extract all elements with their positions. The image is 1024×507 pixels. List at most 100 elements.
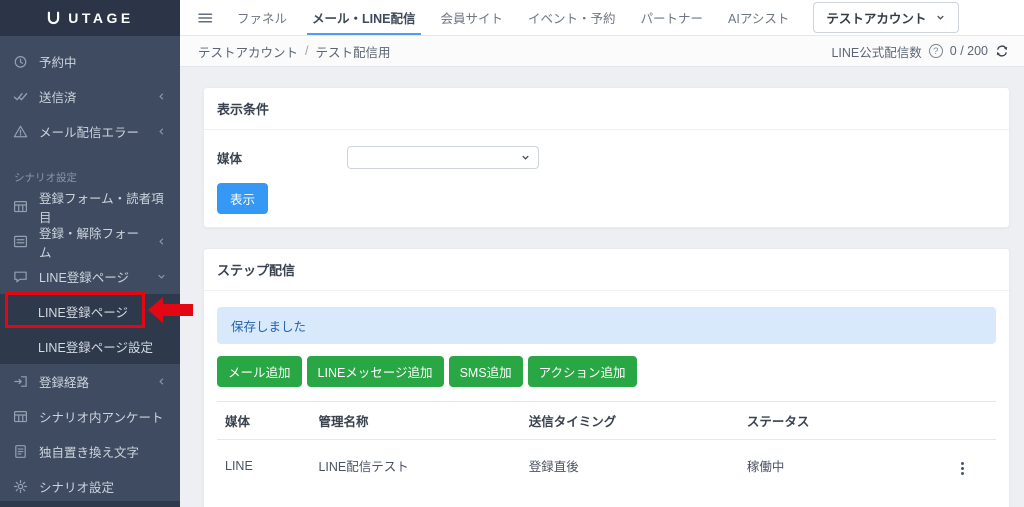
- sidebar-item-registration-route[interactable]: 登録経路: [0, 364, 180, 399]
- table-icon: [13, 199, 28, 214]
- document-icon: [13, 444, 28, 459]
- sidebar-item-label: LINE登録ページ: [39, 267, 129, 286]
- sidebar-item-mail-error[interactable]: メール配信エラー: [0, 114, 180, 149]
- chevron-down-icon: [156, 271, 167, 282]
- sidebar-item-label: 予約中: [39, 52, 77, 71]
- step-delivery-card: ステップ配信 保存しました メール追加 LINEメッセージ追加 SMS追加 アク…: [203, 248, 1010, 507]
- sidebar-footer-strip: [0, 501, 180, 507]
- main-area: ファネル メール・LINE配信 会員サイト イベント・予約 パートナー AIアシ…: [180, 0, 1024, 507]
- top-navigation: ファネル メール・LINE配信 会員サイト イベント・予約 パートナー AIアシ…: [180, 0, 1024, 36]
- breadcrumb-bar: テストアカウント / テスト配信用 LINE公式配信数 ? 0 / 200: [180, 36, 1024, 67]
- cell-status: 稼働中: [739, 440, 949, 498]
- media-field-label: 媒体: [217, 148, 347, 167]
- sidebar-item-scenario-survey[interactable]: シナリオ内アンケート: [0, 399, 180, 434]
- account-name: テストアカウント: [826, 8, 926, 27]
- comment-icon: [13, 269, 28, 284]
- table-icon: [13, 409, 28, 424]
- caret-down-icon: [935, 12, 946, 23]
- hamburger-menu-icon[interactable]: [197, 10, 213, 26]
- line-quota-value: 0 / 200: [950, 44, 988, 58]
- filter-conditions-card: 表示条件 媒体 表示: [203, 87, 1010, 228]
- column-header-status: ステータス: [739, 402, 949, 440]
- filter-card-body: 媒体 表示: [204, 130, 1009, 227]
- refresh-icon[interactable]: [995, 44, 1009, 58]
- line-registration-submenu: LINE登録ページ LINE登録ページ設定: [0, 294, 180, 364]
- sidebar-subitem-line-registration-page-settings[interactable]: LINE登録ページ設定: [0, 329, 180, 364]
- tab-event-reservation[interactable]: イベント・予約: [527, 0, 617, 36]
- utage-logo-text: UTAGE: [68, 10, 133, 26]
- sidebar-item-sent[interactable]: 送信済: [0, 79, 180, 114]
- utage-u-icon: [46, 11, 61, 26]
- sidebar-nav: 予約中 送信済 メール配信エラー シナリオ設定 登録フォーム・読者項目 登録・解…: [0, 36, 180, 504]
- sidebar-subitem-line-registration-page[interactable]: LINE登録ページ: [0, 294, 180, 329]
- add-mail-button[interactable]: メール追加: [217, 356, 302, 387]
- sidebar-item-label: LINE登録ページ設定: [38, 337, 153, 356]
- add-sms-button[interactable]: SMS追加: [449, 356, 523, 387]
- column-header-media: 媒体: [217, 402, 310, 440]
- breadcrumb-current-page: テスト配信用: [316, 42, 391, 61]
- sidebar-item-label: 登録フォーム・読者項目: [39, 188, 167, 226]
- saved-alert: 保存しました: [217, 307, 996, 344]
- sidebar-item-reserved[interactable]: 予約中: [0, 44, 180, 79]
- add-action-button[interactable]: アクション追加: [528, 356, 637, 387]
- add-line-message-button[interactable]: LINEメッセージ追加: [307, 356, 444, 387]
- step-card-body: 保存しました メール追加 LINEメッセージ追加 SMS追加 アクション追加 媒…: [204, 291, 1009, 507]
- sidebar-item-label: シナリオ設定: [39, 477, 114, 496]
- sidebar-item-register-unregister-form[interactable]: 登録・解除フォーム: [0, 224, 180, 259]
- sign-in-icon: [13, 374, 28, 389]
- sidebar-item-label: 登録経路: [39, 372, 89, 391]
- cell-timing: 登録直後: [521, 440, 739, 498]
- sidebar-item-label: メール配信エラー: [39, 122, 139, 141]
- tab-partner[interactable]: パートナー: [640, 0, 705, 36]
- column-header-actions: [949, 402, 996, 440]
- chevron-left-icon: [156, 376, 167, 387]
- table-row: LINE LINE配信テスト 登録直後 稼働中: [217, 440, 996, 498]
- sidebar: UTAGE 予約中 送信済 メール配信エラー シナリオ設定 登録フォーム・読者項…: [0, 0, 180, 507]
- question-circle-icon[interactable]: ?: [929, 44, 943, 58]
- gear-icon: [13, 479, 28, 494]
- chevron-left-icon: [156, 91, 167, 102]
- sidebar-section-scenario: シナリオ設定: [0, 149, 180, 189]
- sidebar-item-registration-form[interactable]: 登録フォーム・読者項目: [0, 189, 180, 224]
- tab-member-site[interactable]: 会員サイト: [440, 0, 505, 36]
- sidebar-item-custom-replacement-text[interactable]: 独自置き換え文字: [0, 434, 180, 469]
- sidebar-item-label: 独自置き換え文字: [39, 442, 139, 461]
- tab-funnel[interactable]: ファネル: [236, 0, 288, 36]
- filter-card-title: 表示条件: [204, 88, 1009, 130]
- sidebar-item-label: LINE登録ページ: [38, 302, 128, 321]
- table-header-row: 媒体 管理名称 送信タイミング ステータス: [217, 402, 996, 440]
- tab-mail-line-delivery[interactable]: メール・LINE配信: [311, 0, 416, 36]
- account-dropdown-button[interactable]: テストアカウント: [813, 2, 959, 33]
- show-button[interactable]: 表示: [217, 183, 268, 214]
- sidebar-item-label: 登録・解除フォーム: [39, 223, 145, 261]
- sidebar-item-label: 送信済: [39, 87, 77, 106]
- step-card-title: ステップ配信: [204, 249, 1009, 291]
- page-content: 表示条件 媒体 表示 ステップ配信 保存しました: [180, 67, 1024, 507]
- line-quota-label: LINE公式配信数: [831, 42, 921, 61]
- caret-down-icon: [520, 152, 531, 163]
- cell-media: LINE: [217, 440, 310, 498]
- tab-ai-assist[interactable]: AIアシスト: [727, 0, 790, 36]
- row-kebab-menu-icon[interactable]: [957, 460, 968, 477]
- cell-name: LINE配信テスト: [310, 440, 520, 498]
- chevron-left-icon: [156, 236, 167, 247]
- breadcrumb-separator: /: [305, 44, 308, 58]
- form-icon: [13, 234, 28, 249]
- add-buttons-row: メール追加 LINEメッセージ追加 SMS追加 アクション追加: [217, 356, 996, 387]
- breadcrumb-account-link[interactable]: テストアカウント: [198, 42, 298, 61]
- warning-icon: [13, 124, 28, 139]
- step-delivery-table: 媒体 管理名称 送信タイミング ステータス LINE LINE配信テスト: [217, 401, 996, 497]
- line-quota: LINE公式配信数 ? 0 / 200: [831, 42, 1009, 61]
- chevron-left-icon: [156, 126, 167, 137]
- column-header-name: 管理名称: [310, 402, 520, 440]
- breadcrumb: テストアカウント / テスト配信用: [198, 42, 391, 61]
- sidebar-item-label: シナリオ内アンケート: [39, 407, 164, 426]
- app-window: UTAGE 予約中 送信済 メール配信エラー シナリオ設定 登録フォーム・読者項…: [0, 0, 1024, 507]
- sidebar-item-scenario-settings[interactable]: シナリオ設定: [0, 469, 180, 504]
- column-header-timing: 送信タイミング: [521, 402, 739, 440]
- double-check-icon: [13, 89, 28, 104]
- sidebar-item-line-registration-page-parent[interactable]: LINE登録ページ: [0, 259, 180, 294]
- history-icon: [13, 54, 28, 69]
- utage-logo[interactable]: UTAGE: [0, 0, 180, 36]
- media-select[interactable]: [347, 146, 539, 169]
